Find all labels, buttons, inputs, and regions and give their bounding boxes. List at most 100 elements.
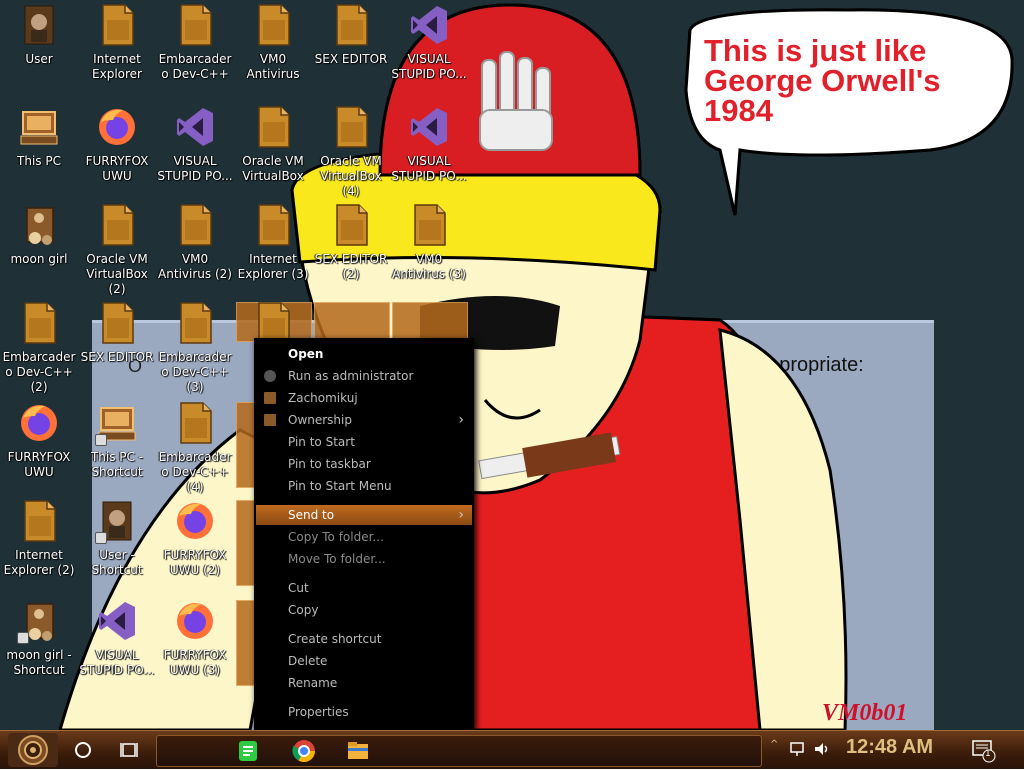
desktop-icon[interactable]: Oracle VM VirtualBox (4) (312, 104, 390, 199)
context-menu-item[interactable]: Move To folder... (256, 549, 472, 569)
chrome-button[interactable] (291, 738, 317, 764)
context-menu-item[interactable]: Cut (256, 578, 472, 598)
file-explorer-icon (348, 742, 368, 759)
taskbar-apps-area (156, 735, 762, 767)
desktop-icon[interactable]: FURRYFOX UWU (78, 104, 156, 184)
desktop-icon[interactable]: VISUAL STUPID PO... (156, 104, 234, 184)
context-menu-item[interactable]: Rename (256, 673, 472, 693)
file-icon (173, 400, 217, 446)
file-icon (173, 300, 217, 346)
action-center-button[interactable]: 1 (970, 737, 996, 763)
context-menu-item-label: Zachomikuj (288, 391, 358, 405)
desktop-icon-label: Embarcadero Dev-C++ (158, 52, 232, 81)
desktop-icon-label: User - Shortcut (91, 548, 143, 577)
context-menu-item[interactable]: Run as administrator (256, 366, 472, 386)
desktop-icon-label: FURRYFOX UWU (85, 154, 149, 183)
firefox-icon (173, 498, 217, 544)
desktop-icon[interactable]: This PC - Shortcut (78, 400, 156, 480)
visual-studio-icon (173, 104, 217, 150)
file-explorer-button[interactable] (345, 738, 371, 764)
desktop-icon[interactable]: SEX EDITOR (78, 300, 156, 365)
context-menu-item[interactable]: Send to › (256, 505, 472, 525)
desktop-icon[interactable]: Embarcadero Dev-C++ (3) (156, 300, 234, 395)
network-tray-button[interactable] (788, 739, 808, 759)
context-menu-item[interactable]: Pin to taskbar (256, 454, 472, 474)
file-icon (95, 202, 139, 248)
computer-icon (17, 104, 61, 150)
context-menu-item[interactable]: Copy (256, 600, 472, 620)
picture-icon (17, 202, 61, 248)
context-menu-item-label: Send to (288, 508, 335, 522)
desktop-icon[interactable]: This PC (0, 104, 78, 169)
context-menu-item[interactable]: Zachomikuj (256, 388, 472, 408)
context-menu-item[interactable]: Copy To folder... (256, 527, 472, 547)
desktop-icon[interactable]: VM0 Antivirus (2) (156, 202, 234, 282)
desktop-icon[interactable]: moon girl (0, 202, 78, 267)
desktop-icon[interactable]: VM0 Antivirus (234, 2, 312, 82)
desktop-icon[interactable]: VISUAL STUPID PO... (390, 2, 468, 82)
desktop-icon[interactable]: SEX EDITOR (312, 2, 390, 67)
firefox-icon (17, 400, 61, 446)
selected-icon-highlight (314, 302, 390, 342)
context-menu-item[interactable]: Delete (256, 651, 472, 671)
desktop-icon-label: VM0 Antivirus (3) (392, 252, 466, 281)
show-hidden-icons-button[interactable]: ^ (770, 739, 780, 761)
desktop-icon[interactable]: Oracle VM VirtualBox (234, 104, 312, 184)
start-button[interactable] (8, 733, 58, 767)
context-menu-item[interactable]: Pin to Start (256, 432, 472, 452)
desktop-icon-label: VISUAL STUPID PO... (79, 648, 155, 677)
context-menu-item[interactable]: Pin to Start Menu (256, 476, 472, 496)
desktop-icon[interactable]: VISUAL STUPID PO... (390, 104, 468, 184)
picture-icon (17, 598, 61, 644)
desktop-icon-label: VM0 Antivirus (2) (158, 252, 232, 281)
desktop-icon[interactable]: FURRYFOX UWU (3) (156, 598, 234, 678)
desktop-icon[interactable]: User - Shortcut (78, 498, 156, 578)
context-menu-item-label: Copy (288, 603, 319, 617)
context-menu-item-label: Open (288, 347, 324, 361)
desktop-icon-label: FURRYFOX UWU (2) (163, 548, 227, 577)
desktop-icon[interactable]: FURRYFOX UWU (0, 400, 78, 480)
desktop-icon[interactable]: SEX EDITOR (2) (312, 202, 390, 282)
volume-tray-button[interactable] (812, 739, 832, 759)
notes-app-button[interactable] (235, 738, 261, 764)
ownership-icon (264, 414, 276, 426)
context-menu-item[interactable]: Open (256, 344, 472, 364)
desktop-icon[interactable]: User (0, 2, 78, 67)
desktop-icon[interactable]: Internet Explorer (3) (234, 202, 312, 282)
desktop-icon[interactable]: VISUAL STUPID PO... (78, 598, 156, 678)
file-icon (95, 300, 139, 346)
context-menu-item[interactable]: Create shortcut (256, 629, 472, 649)
context-menu[interactable]: Open Run as administrator Zachomikuj Owners… (254, 338, 474, 730)
desktop-icon[interactable]: Embarcadero Dev-C++ (4) (156, 400, 234, 495)
desktop-icon-label: VISUAL STUPID PO... (391, 154, 467, 183)
task-view-icon (120, 743, 138, 757)
context-menu-item[interactable]: Properties (256, 702, 472, 722)
desktop-icon[interactable]: Oracle VM VirtualBox (2) (78, 202, 156, 297)
chrome-icon (292, 740, 315, 762)
desktop-icon-label: SEX EDITOR (80, 350, 154, 364)
desktop-icon[interactable]: Embarcadero Dev-C++ (2) (0, 300, 78, 395)
context-menu-item-label: Pin to taskbar (288, 457, 371, 471)
search-button[interactable] (68, 735, 98, 765)
taskbar-clock[interactable]: 12:48 AM (846, 736, 933, 759)
context-menu-item-label: Run as administrator (288, 369, 414, 383)
desktop-icon[interactable]: moon girl - Shortcut (0, 598, 78, 678)
visual-studio-icon (407, 104, 451, 150)
desktop-icon[interactable]: VM0 Antivirus (3) (390, 202, 468, 282)
context-menu-item-label: Ownership (288, 413, 352, 427)
task-view-button[interactable] (114, 735, 144, 765)
desktop-icon[interactable]: FURRYFOX UWU (2) (156, 498, 234, 578)
desktop-icon-label: Internet Explorer (3) (237, 252, 309, 281)
visual-studio-icon (95, 598, 139, 644)
visual-studio-icon (407, 2, 451, 48)
desktop-icon-label: VM0 Antivirus (246, 52, 300, 81)
desktop[interactable]: s been deemed inappropriate: O This is j… (0, 0, 1024, 730)
desktop-icon[interactable]: Internet Explorer (2) (0, 498, 78, 578)
context-menu-item-label: Pin to Start Menu (288, 479, 392, 493)
chevron-right-icon: › (458, 507, 464, 523)
desktop-icon[interactable]: Embarcadero Dev-C++ (156, 2, 234, 82)
context-menu-item-label: Properties (288, 705, 349, 719)
context-menu-item[interactable]: Ownership › (256, 410, 472, 430)
user-folder-icon (17, 2, 61, 48)
desktop-icon[interactable]: Internet Explorer (78, 2, 156, 82)
